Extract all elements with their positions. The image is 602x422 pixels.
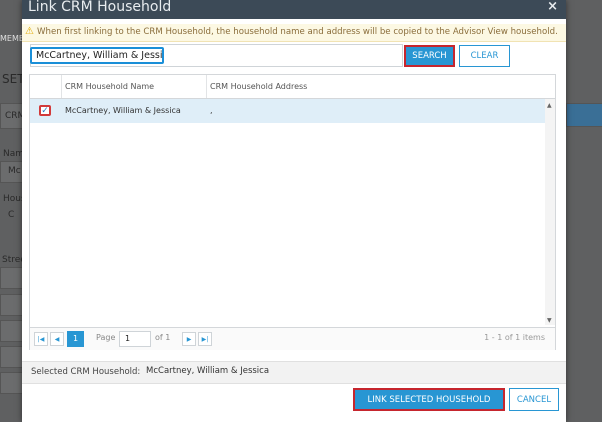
page-number-input[interactable]: 1 <box>119 331 151 347</box>
next-page-icon[interactable]: ▶ <box>182 332 196 346</box>
bg-field <box>0 267 24 289</box>
selected-household-value: McCartney, William & Jessica <box>146 366 270 376</box>
link-selected-household-button[interactable]: LINK SELECTED HOUSEHOLD <box>353 388 505 411</box>
scroll-down-icon[interactable]: ▼ <box>547 317 552 324</box>
bg-field <box>0 320 24 342</box>
bg-right-button <box>566 103 602 127</box>
scroll-up-icon[interactable]: ▲ <box>547 102 552 109</box>
cancel-button[interactable]: CANCEL <box>509 388 559 411</box>
grid-pager: |◀ ◀ 1 Page 1 of 1 ▶ ▶| 1 - 1 of 1 items <box>30 327 555 350</box>
column-header-address[interactable]: CRM Household Address <box>206 75 550 98</box>
page-count-label: of 1 <box>155 333 171 342</box>
warning-banner: ⚠ When first linking to the CRM Househol… <box>22 24 566 42</box>
clear-button[interactable]: CLEAR <box>459 45 510 67</box>
close-icon[interactable]: × <box>547 0 558 14</box>
bg-checkbox-fragment: C <box>8 210 15 220</box>
dialog-header: Link CRM Household × <box>22 0 566 19</box>
bg-field <box>0 294 24 316</box>
bg-field <box>0 372 24 394</box>
first-page-icon[interactable]: |◀ <box>34 332 48 346</box>
prev-page-icon[interactable]: ◀ <box>50 332 64 346</box>
search-button[interactable]: SEARCH <box>404 45 455 67</box>
select-column-header <box>30 75 63 98</box>
current-page-button[interactable]: 1 <box>67 331 84 347</box>
last-page-icon[interactable]: ▶| <box>198 332 212 346</box>
bg-input-fragment: Mc <box>8 166 21 176</box>
table-row[interactable]: ✓ McCartney, William & Jessica , <box>30 99 545 123</box>
column-header-name[interactable]: CRM Household Name <box>61 75 206 98</box>
warning-icon: ⚠ <box>25 26 34 37</box>
selected-household-bar: Selected CRM Household: McCartney, Willi… <box>22 361 566 384</box>
grid-header: CRM Household Name CRM Household Address <box>30 75 555 99</box>
search-input[interactable]: McCartney, William & Jessica <box>30 47 164 64</box>
page-label: Page <box>96 333 116 342</box>
selected-household-label: Selected CRM Household: <box>31 367 141 377</box>
households-grid: CRM Household Name CRM Household Address… <box>29 74 556 350</box>
items-count: 1 - 1 of 1 items <box>484 333 545 342</box>
household-name-cell: McCartney, William & Jessica <box>65 106 181 115</box>
link-crm-household-dialog: Link CRM Household × ⚠ When first linkin… <box>22 0 566 422</box>
dialog-title: Link CRM Household <box>28 0 172 15</box>
row-select-checkbox[interactable]: ✓ <box>39 105 51 116</box>
household-address-cell: , <box>210 106 213 115</box>
bg-label-fragment: Nam <box>3 149 25 159</box>
bg-field <box>0 346 24 368</box>
warning-text: When first linking to the CRM Household,… <box>37 27 558 37</box>
vertical-scrollbar[interactable]: ▲ ▼ <box>545 99 555 325</box>
